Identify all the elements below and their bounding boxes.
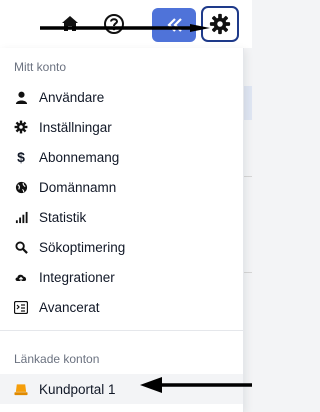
advanced-icon	[14, 300, 28, 314]
background-card	[243, 86, 252, 120]
menu-item-domains[interactable]: Domännamn	[0, 172, 243, 202]
stats-icon	[14, 210, 28, 224]
portal-icon	[14, 382, 28, 396]
menu-item-label: Inställningar	[39, 119, 112, 135]
menu-item-subscription[interactable]: $ Abonnemang	[0, 142, 243, 172]
section-title-my-account: Mitt konto	[14, 60, 67, 74]
menu-item-settings[interactable]: Inställningar	[0, 112, 243, 142]
menu-item-label: Användare	[39, 89, 105, 105]
menu-item-label: Avancerat	[39, 299, 100, 315]
account-dropdown-menu: Mitt konto Användare Inställningar $ Abo…	[0, 48, 244, 412]
gear-icon	[209, 13, 231, 35]
settings-icon	[14, 120, 28, 134]
search-icon	[14, 240, 28, 254]
menu-item-label: Domännamn	[39, 179, 117, 195]
menu-item-label: Kundportal 1	[39, 381, 116, 397]
background-divider	[243, 176, 252, 177]
menu-item-statistics[interactable]: Statistik	[0, 202, 243, 232]
section-title-linked-accounts: Länkade konton	[14, 352, 100, 366]
background-divider	[243, 272, 252, 273]
globe-icon	[14, 180, 28, 194]
menu-item-advanced[interactable]: Avancerat	[0, 292, 243, 322]
pointer-arrow-icon	[40, 24, 210, 32]
top-bar	[0, 0, 252, 48]
menu-item-label: Integrationer	[39, 269, 115, 285]
menu-item-label: Statistik	[39, 209, 87, 225]
menu-item-seo[interactable]: Sökoptimering	[0, 232, 243, 262]
menu-item-integrations[interactable]: Integrationer	[0, 262, 243, 292]
menu-divider	[0, 330, 243, 331]
pointer-arrow-icon	[140, 377, 252, 393]
cloud-icon	[14, 270, 28, 284]
user-icon	[14, 90, 28, 104]
menu-item-label: Abonnemang	[39, 149, 120, 165]
menu-item-label: Sökoptimering	[39, 239, 126, 255]
menu-item-users[interactable]: Användare	[0, 82, 243, 112]
dollar-icon: $	[17, 149, 25, 165]
